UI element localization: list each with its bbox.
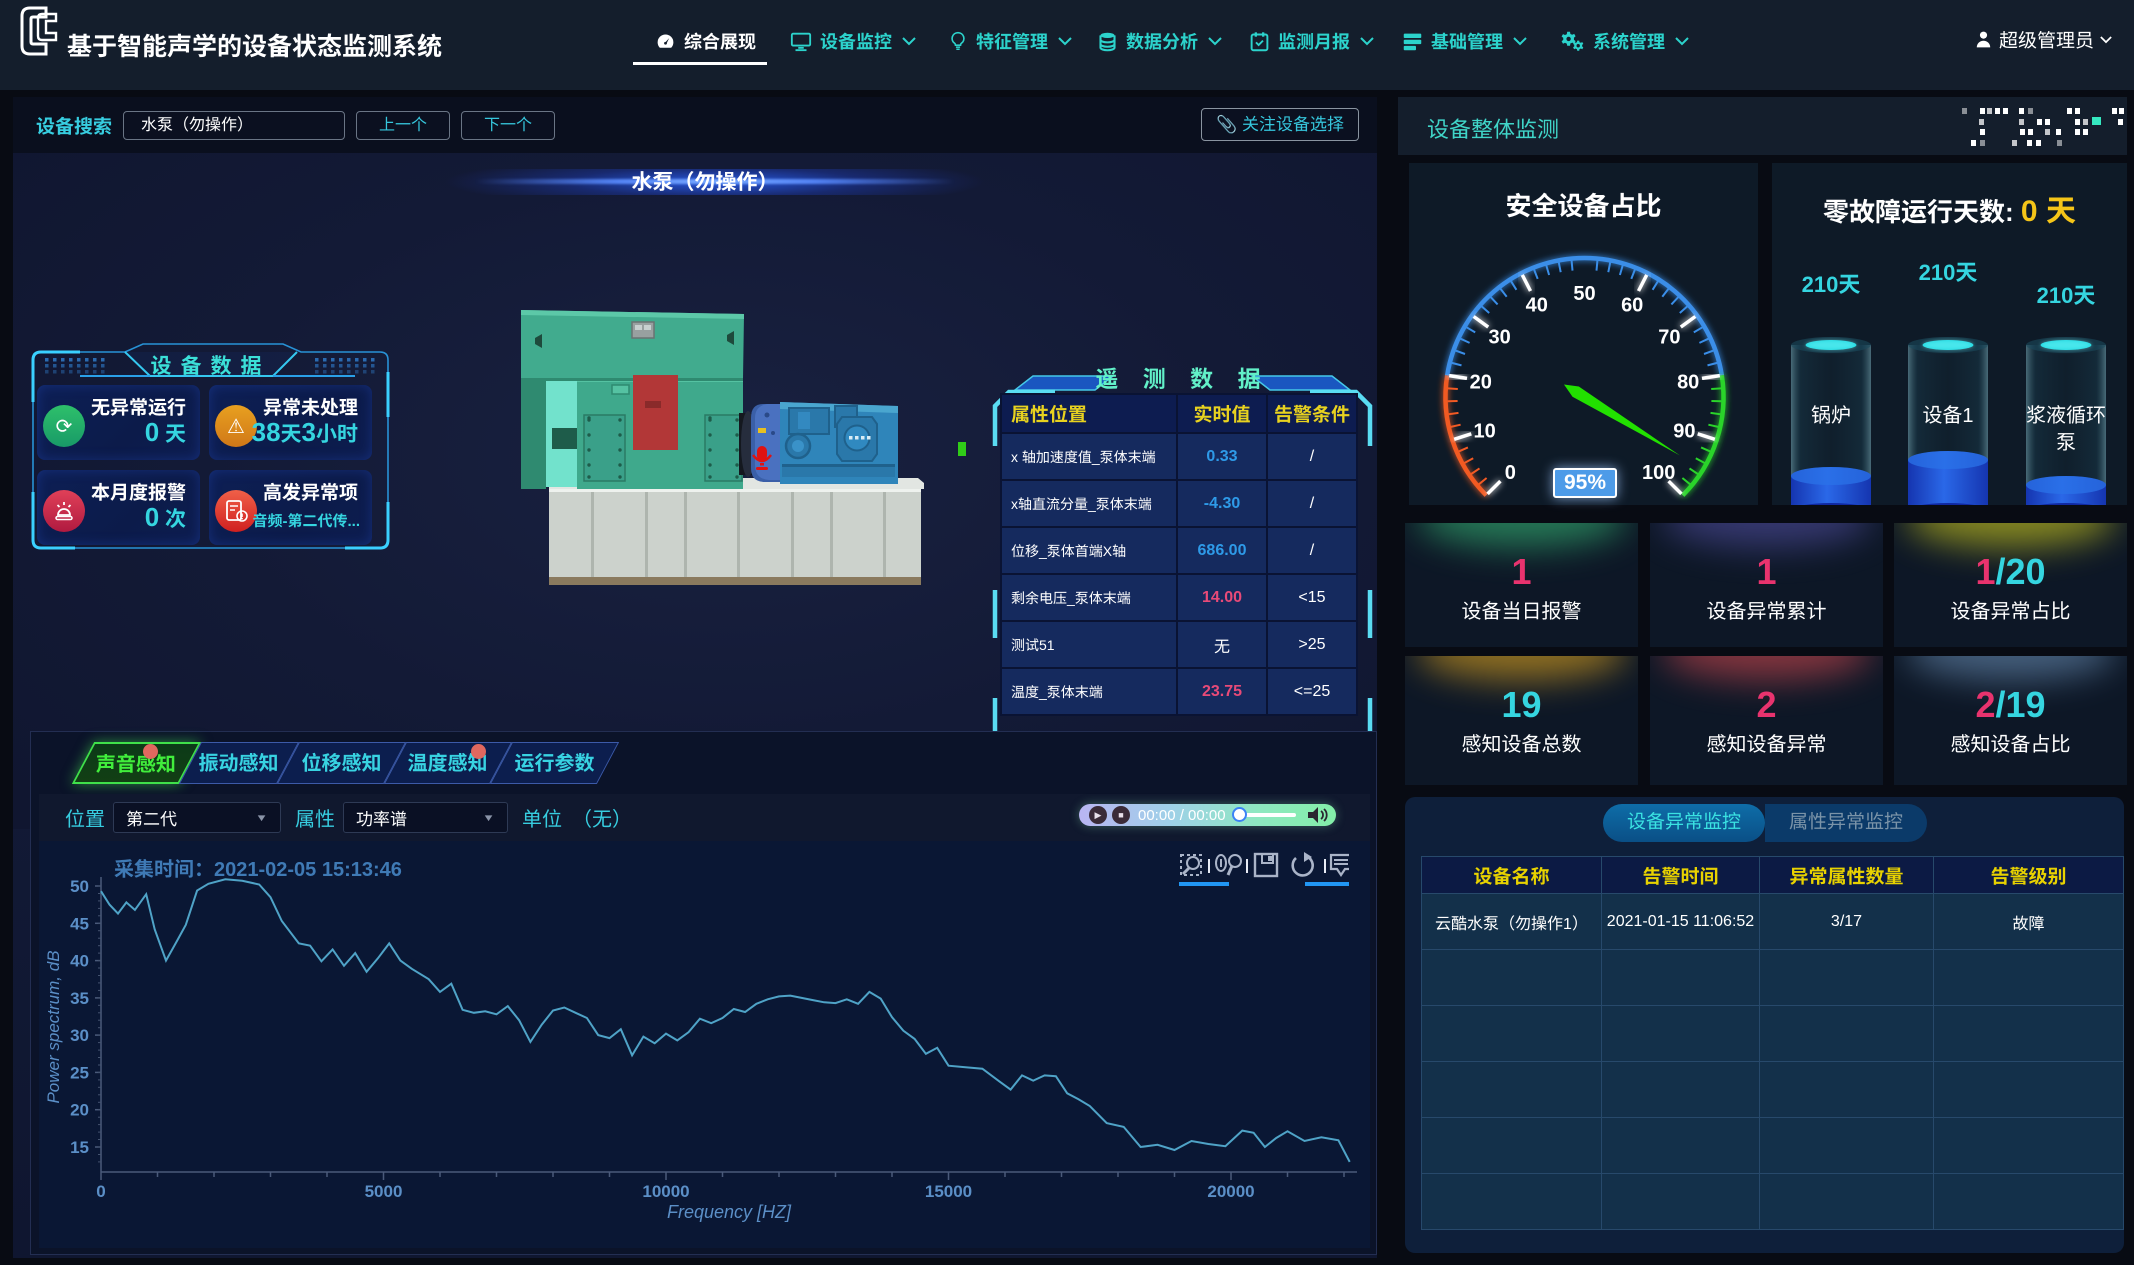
svg-text:40: 40 — [70, 952, 89, 971]
svg-text:Power spectrum, dB: Power spectrum, dB — [44, 950, 63, 1103]
svg-text:20: 20 — [1470, 372, 1492, 394]
svg-text:45: 45 — [70, 914, 89, 933]
svg-text:0: 0 — [96, 1182, 105, 1201]
svg-text:15000: 15000 — [925, 1182, 972, 1201]
svg-text:100: 100 — [1642, 462, 1675, 484]
svg-text:0: 0 — [1505, 462, 1516, 484]
svg-text:80: 80 — [1677, 372, 1699, 394]
svg-text:35: 35 — [70, 989, 89, 1008]
svg-text:20000: 20000 — [1207, 1182, 1254, 1201]
svg-text:60: 60 — [1621, 294, 1643, 316]
svg-text:10: 10 — [1473, 420, 1495, 442]
svg-text:70: 70 — [1658, 326, 1680, 348]
svg-text:25: 25 — [70, 1063, 89, 1082]
svg-text:50: 50 — [70, 877, 89, 896]
svg-text:Frequency [HZ]: Frequency [HZ] — [667, 1202, 792, 1222]
svg-text:30: 30 — [1488, 326, 1510, 348]
svg-text:50: 50 — [1573, 283, 1595, 305]
svg-text:30: 30 — [70, 1026, 89, 1045]
svg-text:40: 40 — [1526, 294, 1548, 316]
svg-text:15: 15 — [70, 1138, 89, 1157]
svg-text:20: 20 — [70, 1101, 89, 1120]
svg-text:10000: 10000 — [642, 1182, 689, 1201]
svg-text:90: 90 — [1673, 420, 1695, 442]
svg-text:5000: 5000 — [365, 1182, 403, 1201]
